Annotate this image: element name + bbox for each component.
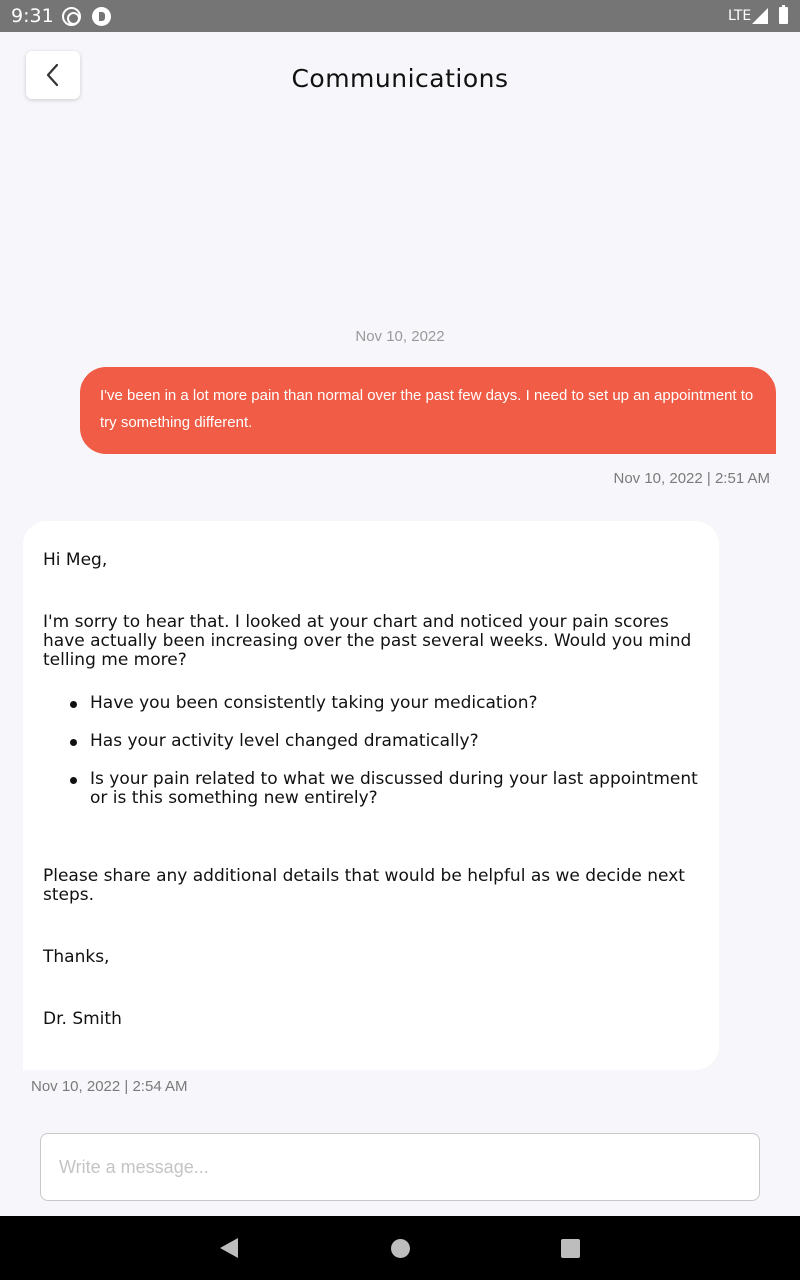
status-bar: 9:31 LTE [0,0,800,32]
list-item: Is your pain related to what we discusse… [43,770,711,808]
message-question-list: Have you been consistently taking your m… [43,694,711,827]
message-input[interactable] [40,1133,760,1201]
message-signature: Dr. Smith [43,1009,122,1029]
page-title: Communications [291,64,509,93]
message-greeting: Hi Meg, [43,550,108,570]
date-divider: Nov 10, 2022 [355,328,445,345]
nav-recents-icon[interactable] [561,1239,580,1258]
network-type: LTE [728,8,752,24]
nav-home-icon[interactable] [391,1239,410,1258]
signal-icon [752,8,768,24]
incoming-message-timestamp: Nov 10, 2022 | 2:54 AM [31,1078,188,1095]
message-intro: I'm sorry to hear that. I looked at your… [43,612,692,670]
outgoing-message-text: I've been in a lot more pain than normal… [100,387,754,431]
message-closing: Please share any additional details that… [43,866,685,905]
message-thanks: Thanks, [43,947,110,967]
list-item: Have you been consistently taking your m… [43,694,711,713]
outgoing-message-bubble: I've been in a lot more pain than normal… [80,367,776,454]
status-time: 9:31 [11,5,54,27]
navigation-bar [0,1216,800,1280]
battery-icon [779,5,788,24]
outgoing-message-timestamp: Nov 10, 2022 | 2:51 AM [613,470,771,487]
nav-back-icon[interactable] [220,1238,238,1258]
notification-ring-icon [62,7,81,26]
list-item: Has your activity level changed dramatic… [43,732,711,751]
incoming-message-bubble: Hi Meg, I'm sorry to hear that. I looked… [23,521,719,1070]
notification-app-icon [92,7,111,26]
